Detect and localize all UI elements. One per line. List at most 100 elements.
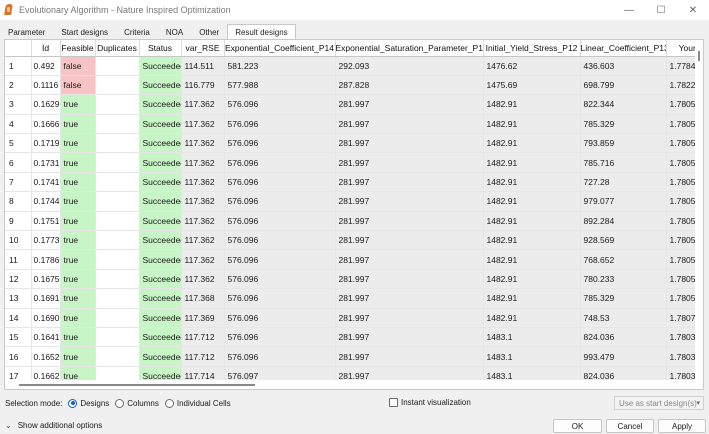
row-number[interactable]: 16 bbox=[5, 346, 32, 367]
table-row[interactable]: 1 0.492 false Succeeded 114.511 581.223 292.09… bbox=[5, 56, 697, 76]
id-cell[interactable]: 0.1744 bbox=[31, 191, 61, 212]
young-cell[interactable]: 1.78036 bbox=[666, 327, 697, 348]
table-row[interactable]: 2 0.1116 false Succeeded 116.779 577.988 287.8… bbox=[5, 75, 697, 96]
initial-yield-stress-cell[interactable]: 1482.91 bbox=[483, 308, 581, 328]
var-rse-cell[interactable]: 116.779 bbox=[181, 75, 225, 96]
column-header[interactable]: Young bbox=[666, 40, 697, 57]
id-cell[interactable]: 0.1666 bbox=[31, 114, 61, 135]
exponential-saturation-cell[interactable]: 281.997 bbox=[335, 366, 484, 381]
use-as-start-designs-dropdown[interactable]: Use as start design(s) ▾ bbox=[614, 396, 704, 410]
var-rse-cell[interactable]: 117.714 bbox=[181, 366, 225, 381]
status-cell[interactable]: Succeeded bbox=[139, 56, 182, 76]
var-rse-cell[interactable]: 117.362 bbox=[181, 249, 225, 270]
exponential-saturation-cell[interactable]: 281.997 bbox=[335, 211, 484, 232]
initial-yield-stress-cell[interactable]: 1483.1 bbox=[483, 366, 581, 381]
status-cell[interactable]: Succeeded bbox=[139, 75, 182, 96]
table-row[interactable]: 3 0.1629 true Succeeded 117.362 576.096 281.99… bbox=[5, 94, 697, 115]
initial-yield-stress-cell[interactable]: 1476.62 bbox=[483, 56, 581, 76]
exponential-saturation-cell[interactable]: 281.997 bbox=[335, 172, 484, 193]
linear-coefficient-cell[interactable]: 748.53 bbox=[580, 308, 667, 328]
var-rse-cell[interactable]: 117.362 bbox=[181, 269, 225, 290]
exponential-coefficient-cell[interactable]: 576.096 bbox=[224, 249, 336, 270]
horizontal-scrollbar[interactable] bbox=[5, 380, 703, 389]
status-cell[interactable]: Succeeded bbox=[139, 230, 182, 251]
feasible-cell[interactable]: true bbox=[60, 172, 96, 193]
var-rse-cell[interactable]: 117.362 bbox=[181, 152, 225, 173]
id-cell[interactable]: 0.1629 bbox=[31, 94, 61, 115]
row-number-header[interactable] bbox=[5, 40, 32, 57]
column-header[interactable]: var_RSE bbox=[181, 40, 225, 57]
exponential-saturation-cell[interactable]: 281.997 bbox=[335, 249, 484, 270]
initial-yield-stress-cell[interactable]: 1482.91 bbox=[483, 269, 581, 290]
var-rse-cell[interactable]: 117.362 bbox=[181, 114, 225, 135]
row-number[interactable]: 8 bbox=[5, 191, 32, 212]
linear-coefficient-cell[interactable]: 698.799 bbox=[580, 75, 667, 96]
duplicates-cell[interactable] bbox=[95, 346, 140, 367]
id-cell[interactable]: 0.1786 bbox=[31, 249, 61, 270]
feasible-cell[interactable]: true bbox=[60, 133, 96, 154]
designs-radio[interactable] bbox=[68, 398, 78, 408]
status-cell[interactable]: Succeeded bbox=[139, 94, 182, 115]
status-cell[interactable]: Succeeded bbox=[139, 152, 182, 173]
table-row[interactable]: 15 0.1641 true Succeeded 117.712 576.096 281.9… bbox=[5, 327, 697, 348]
young-cell[interactable]: 1.78059 bbox=[666, 191, 697, 212]
exponential-saturation-cell[interactable]: 281.997 bbox=[335, 133, 484, 154]
row-number[interactable]: 15 bbox=[5, 327, 32, 348]
status-cell[interactable]: Succeeded bbox=[139, 191, 182, 212]
exponential-coefficient-cell[interactable]: 576.096 bbox=[224, 152, 336, 173]
individual-cells-radio[interactable] bbox=[164, 398, 174, 408]
var-rse-cell[interactable]: 117.362 bbox=[181, 133, 225, 154]
var-rse-cell[interactable]: 117.712 bbox=[181, 327, 225, 348]
duplicates-cell[interactable] bbox=[95, 288, 140, 309]
table-row[interactable]: 7 0.1741 true Succeeded 117.362 576.096 281.99… bbox=[5, 172, 697, 193]
exponential-coefficient-cell[interactable]: 576.096 bbox=[224, 308, 336, 328]
exponential-saturation-cell[interactable]: 281.997 bbox=[335, 308, 484, 328]
show-additional-options-toggle[interactable]: ⌄ Show additional options bbox=[5, 421, 102, 430]
row-number[interactable]: 13 bbox=[5, 288, 32, 309]
column-header[interactable]: Id bbox=[31, 40, 61, 57]
feasible-cell[interactable]: false bbox=[60, 56, 96, 76]
linear-coefficient-cell[interactable]: 793.859 bbox=[580, 133, 667, 154]
feasible-cell[interactable]: true bbox=[60, 191, 96, 212]
young-cell[interactable]: 1.77847 bbox=[666, 56, 697, 76]
young-cell[interactable]: 1.78059 bbox=[666, 172, 697, 193]
exponential-coefficient-cell[interactable]: 576.096 bbox=[224, 288, 336, 309]
linear-coefficient-cell[interactable]: 436.603 bbox=[580, 56, 667, 76]
duplicates-cell[interactable] bbox=[95, 327, 140, 348]
table-row[interactable]: 9 0.1751 true Succeeded 117.362 576.096 281.99… bbox=[5, 211, 697, 232]
column-header[interactable]: Status bbox=[139, 40, 182, 57]
row-number[interactable]: 14 bbox=[5, 308, 32, 328]
exponential-saturation-cell[interactable]: 292.093 bbox=[335, 56, 484, 76]
row-number[interactable]: 2 bbox=[5, 75, 32, 96]
designs-radio-label[interactable]: Designs bbox=[80, 399, 109, 408]
exponential-saturation-cell[interactable]: 281.997 bbox=[335, 114, 484, 135]
minimize-button[interactable]: — bbox=[613, 0, 645, 20]
horizontal-scroll-thumb[interactable] bbox=[19, 384, 255, 386]
status-cell[interactable]: Succeeded bbox=[139, 133, 182, 154]
var-rse-cell[interactable]: 117.362 bbox=[181, 94, 225, 115]
table-row[interactable]: 6 0.1731 true Succeeded 117.362 576.096 281.99… bbox=[5, 152, 697, 173]
table-row[interactable]: 13 0.1691 true Succeeded 117.368 576.096 281.9… bbox=[5, 288, 697, 309]
duplicates-cell[interactable] bbox=[95, 133, 140, 154]
feasible-cell[interactable]: true bbox=[60, 249, 96, 270]
row-number[interactable]: 9 bbox=[5, 211, 32, 232]
table-row[interactable]: 12 0.1675 true Succeeded 117.362 576.096 281.9… bbox=[5, 269, 697, 290]
status-cell[interactable]: Succeeded bbox=[139, 327, 182, 348]
row-number[interactable]: 11 bbox=[5, 249, 32, 270]
initial-yield-stress-cell[interactable]: 1475.69 bbox=[483, 75, 581, 96]
duplicates-cell[interactable] bbox=[95, 366, 140, 381]
columns-radio-label[interactable]: Columns bbox=[127, 399, 159, 408]
exponential-coefficient-cell[interactable]: 576.096 bbox=[224, 94, 336, 115]
column-header[interactable]: Duplicates bbox=[95, 40, 140, 57]
linear-coefficient-cell[interactable]: 824.036 bbox=[580, 366, 667, 381]
id-cell[interactable]: 0.1691 bbox=[31, 288, 61, 309]
status-cell[interactable]: Succeeded bbox=[139, 211, 182, 232]
initial-yield-stress-cell[interactable]: 1482.91 bbox=[483, 211, 581, 232]
duplicates-cell[interactable] bbox=[95, 56, 140, 76]
exponential-coefficient-cell[interactable]: 576.096 bbox=[224, 114, 336, 135]
feasible-cell[interactable]: false bbox=[60, 75, 96, 96]
exponential-coefficient-cell[interactable]: 576.096 bbox=[224, 346, 336, 367]
duplicates-cell[interactable] bbox=[95, 249, 140, 270]
linear-coefficient-cell[interactable]: 979.077 bbox=[580, 191, 667, 212]
row-number[interactable]: 6 bbox=[5, 152, 32, 173]
